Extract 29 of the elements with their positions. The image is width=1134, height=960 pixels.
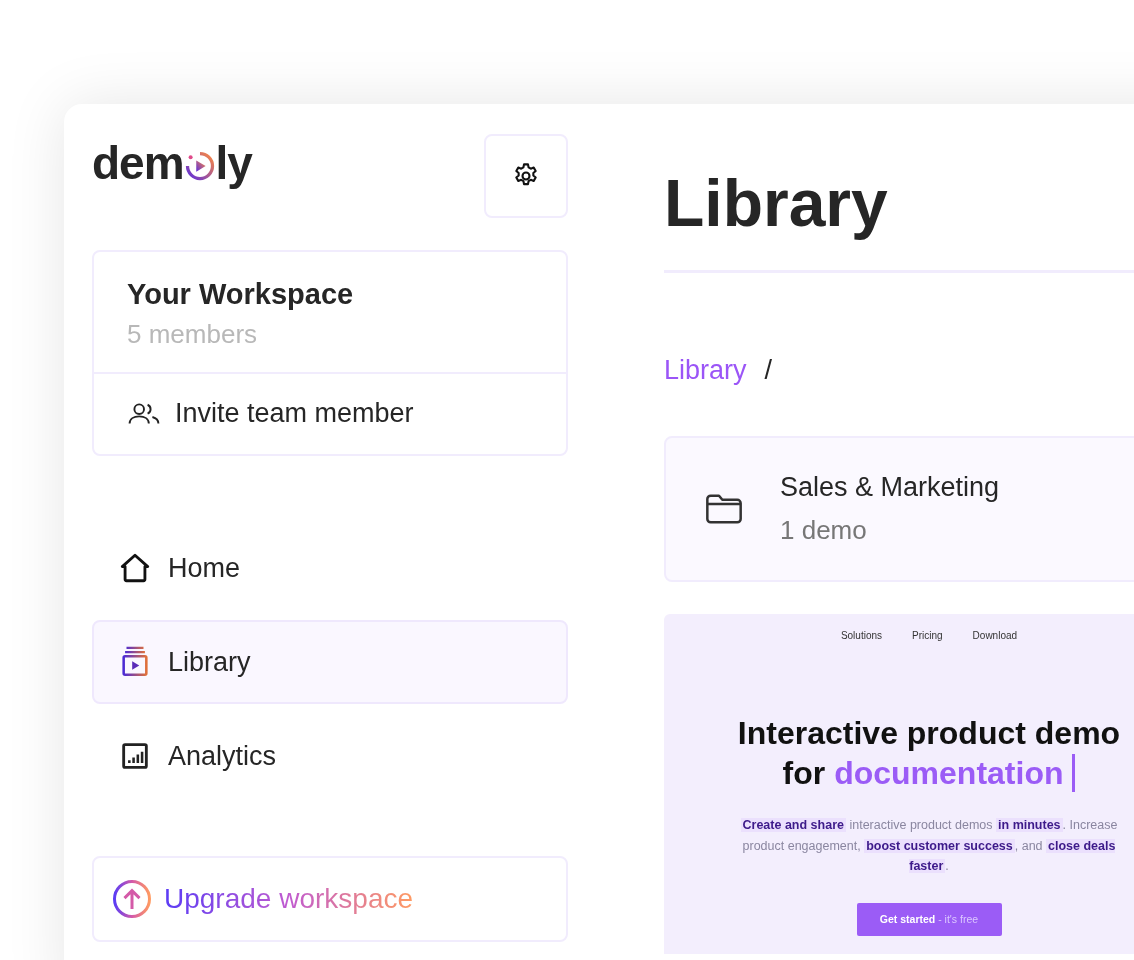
folder-name: Sales & Marketing	[780, 472, 1000, 503]
headline-prefix: for	[782, 754, 826, 793]
preview-description: Create and share interactive product demos in minutes. Increase product engagement, boost customer success, and close deals faster.	[739, 817, 1119, 876]
arrow-up-circle-icon	[112, 879, 152, 919]
headline-highlight: documentation	[834, 754, 1064, 793]
home-icon	[118, 551, 152, 585]
member-count: 5 members	[127, 319, 259, 350]
nav-item[interactable]: Home	[92, 526, 568, 610]
upgrade-button[interactable]: Upgrade workspace	[92, 856, 568, 942]
folder-card[interactable]: Sales & Marketing 1 demo	[664, 436, 1134, 582]
preview-nav-link[interactable]: Pricing	[912, 630, 943, 641]
breadcrumb-separator: /	[764, 355, 773, 386]
text-cursor	[1072, 754, 1076, 792]
users-icon	[127, 401, 161, 426]
preview-nav-link[interactable]: Solutions	[840, 630, 883, 641]
nav-item[interactable]: Analytics	[92, 714, 568, 798]
demoly-logo: dem ly	[92, 136, 252, 190]
invite-button[interactable]: Invite team member	[94, 374, 566, 454]
breadcrumb-link[interactable]: Library	[664, 355, 747, 386]
preview-nav-link[interactable]: Download	[972, 630, 1018, 641]
demo-count: 1 demo	[780, 515, 868, 546]
play-circle-icon	[184, 151, 215, 181]
demo-preview[interactable]	[664, 614, 1134, 954]
nav-item[interactable]: Library	[92, 620, 568, 704]
settings-button[interactable]	[484, 134, 568, 218]
preview-headline: Interactive product demo	[737, 714, 1121, 753]
workspace-name: Your Workspace	[127, 278, 355, 311]
folder-icon	[704, 492, 744, 526]
get-started-button[interactable]: Get started - it's free	[856, 902, 1002, 936]
